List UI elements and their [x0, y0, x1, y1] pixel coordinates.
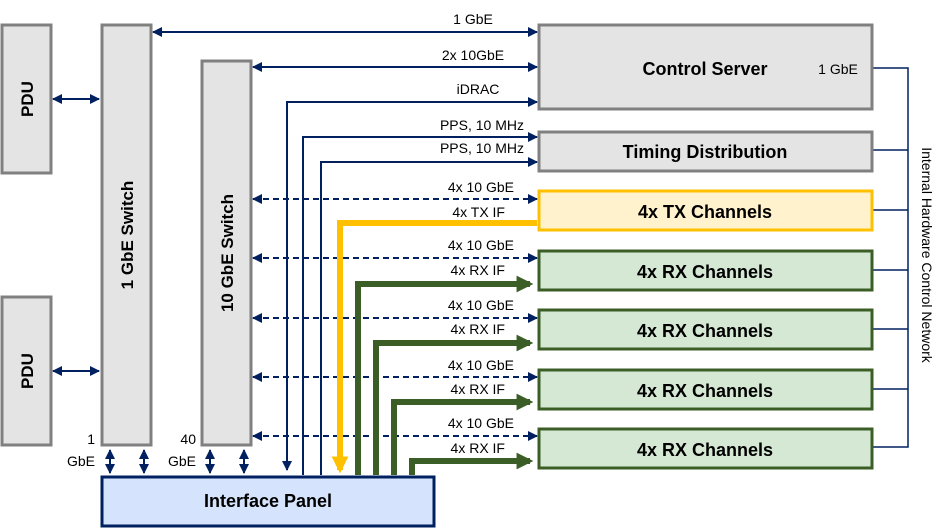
link-rx1-if-label: 4x RX IF: [451, 262, 505, 278]
network-label: Internal Hardware Control Network: [919, 147, 935, 364]
link-10gbe-server-label: 2x 10GbE: [442, 47, 504, 63]
rx-channels-1-label: 4x RX Channels: [637, 262, 773, 282]
link-pps-2-label: PPS, 10 MHz: [440, 140, 524, 156]
rx-channels-4-label: 4x RX Channels: [637, 440, 773, 460]
link-idrac-label: iDRAC: [457, 81, 500, 97]
system-block-diagram: Internal Hardware Control Network PDU PD…: [0, 11, 935, 528]
pdu-bottom-label: PDU: [18, 353, 37, 389]
link-rx4-if-label: 4x RX IF: [451, 440, 505, 456]
interface-panel-label: Interface Panel: [204, 491, 332, 511]
control-server-label: Control Server: [642, 59, 767, 79]
switch-1gbe-label: 1 GbE Switch: [118, 181, 137, 290]
link-tx-if: [331, 220, 537, 474]
switch-10gbe-label: 10 GbE Switch: [218, 194, 237, 312]
link-tx-10gbe-label: 4x 10 GbE: [448, 179, 514, 195]
pdu-top-label: PDU: [18, 81, 37, 117]
panel-1gbe-num: 1: [87, 431, 95, 447]
timing-distribution-label: Timing Distribution: [623, 142, 788, 162]
link-rx2-if-label: 4x RX IF: [451, 321, 505, 337]
rx-channels-3-label: 4x RX Channels: [637, 381, 773, 401]
panel-40gbe-num: 40: [180, 431, 196, 447]
tx-channels-label: 4x TX Channels: [638, 202, 772, 222]
link-rx1-10gbe-label: 4x 10 GbE: [448, 237, 514, 253]
link-rx3-10gbe-label: 4x 10 GbE: [448, 357, 514, 373]
control-server-port: 1 GbE: [818, 61, 858, 77]
panel-1gbe-unit: GbE: [67, 453, 95, 469]
rx-channels-2-label: 4x RX Channels: [637, 321, 773, 341]
link-tx-if-label: 4x TX IF: [452, 204, 505, 220]
link-rx3-if-label: 4x RX IF: [451, 381, 505, 397]
link-pps-1-label: PPS, 10 MHz: [440, 117, 524, 133]
link-rx4-10gbe-label: 4x 10 GbE: [448, 415, 514, 431]
panel-40gbe-unit: GbE: [168, 453, 196, 469]
control-network-bus: [872, 67, 909, 448]
link-rx4-if: [409, 452, 534, 475]
link-1gbe-server-label: 1 GbE: [453, 11, 493, 27]
link-rx2-10gbe-label: 4x 10 GbE: [448, 297, 514, 313]
